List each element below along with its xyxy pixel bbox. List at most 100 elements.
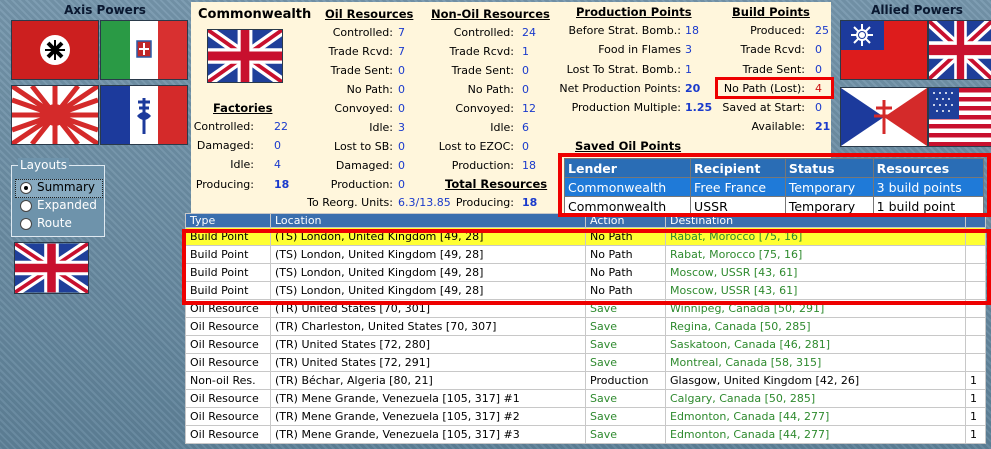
table-row[interactable]: Oil Resource (TR) Mene Grande, Venezuela …	[185, 389, 986, 408]
nonoil-row-value: 12	[522, 102, 536, 115]
resources-table: Type Location Action Destination Build Poin…	[185, 213, 986, 444]
uk-flag-right[interactable]	[928, 20, 991, 80]
table-row[interactable]: Non-oil Res. (TR) Béchar, Algeria [80, 21…	[185, 371, 986, 390]
lender-cell: Free France	[690, 177, 786, 197]
location-cell: (TS) London, United Kingdom [49, 28]	[270, 227, 586, 246]
location-cell: (TS) London, United Kingdom [49, 28]	[270, 263, 586, 282]
nonoil-row-value: 24	[522, 26, 536, 39]
summary-label[interactable]: Summary	[37, 180, 95, 194]
destination-cell: Moscow, USSR [43, 61]	[665, 263, 966, 282]
type-cell: Oil Resource	[185, 407, 271, 426]
factories-producing-value: 18	[274, 178, 290, 191]
commonwealth-flag	[207, 29, 283, 83]
extra-cell	[965, 335, 986, 354]
lender-col-header[interactable]: Status	[784, 158, 874, 178]
location-cell: (TR) United States [72, 280]	[270, 335, 586, 354]
factories-damaged-value: 0	[274, 139, 281, 152]
oil-row-label: Convoyed:	[334, 102, 393, 115]
axis-powers-title: Axis Powers	[64, 3, 146, 17]
action-cell: Production	[585, 371, 666, 390]
germany-flag[interactable]	[11, 20, 99, 80]
oil-row-value: 7	[398, 45, 405, 58]
build-row-label: Available:	[751, 120, 806, 133]
table-row[interactable]: Oil Resource (TR) Mene Grande, Venezuela …	[185, 425, 986, 444]
build-row-value: 4	[815, 82, 822, 95]
lender-row[interactable]: Commonwealth Free France Temporary 3 build …	[563, 177, 985, 197]
route-radio[interactable]	[20, 218, 32, 230]
action-cell: Save	[585, 317, 666, 336]
build-points-header: Build Points	[732, 5, 810, 19]
location-cell: (TR) United States [72, 291]	[270, 353, 586, 372]
nonoil-row-label: Production:	[451, 159, 514, 172]
expanded-radio[interactable]	[20, 200, 32, 212]
action-cell: Save	[585, 389, 666, 408]
production-row-label: Production Multiple:	[571, 101, 681, 114]
table-row[interactable]: Oil Resource (TR) Charleston, United Stat…	[185, 317, 986, 336]
table-col-header[interactable]: Destination	[665, 213, 966, 228]
destination-cell: Calgary, Canada [50, 285]	[665, 389, 966, 408]
type-cell: Oil Resource	[185, 317, 271, 336]
nonoil-row-label: Convoyed:	[455, 102, 514, 115]
table-row[interactable]: Build Point (TS) London, United Kingdom […	[185, 245, 986, 264]
table-row[interactable]: Build Point (TS) London, United Kingdom […	[185, 227, 986, 246]
production-row-label: Net Production Points:	[559, 82, 681, 95]
saved-oil-points-table: Lender Recipient Status Resources Commonwea…	[563, 158, 985, 216]
location-cell: (TR) Béchar, Algeria [80, 21]	[270, 371, 586, 390]
table-row[interactable]: Build Point (TS) London, United Kingdom […	[185, 281, 986, 300]
factories-damaged-label: Damaged:	[196, 139, 254, 152]
china-flag[interactable]	[840, 20, 928, 80]
summary-radio[interactable]	[20, 182, 32, 194]
type-cell: Build Point	[185, 281, 271, 300]
italy-flag[interactable]	[100, 20, 188, 80]
lender-col-header[interactable]: Recipient	[690, 158, 786, 178]
oil-row-value: 0	[398, 64, 405, 77]
destination-cell: Montreal, Canada [58, 315]	[665, 353, 966, 372]
type-cell: Oil Resource	[185, 389, 271, 408]
reorg-units-value: 6.3/13.85	[398, 196, 451, 209]
action-cell: No Path	[585, 281, 666, 300]
factories-idle-value: 4	[274, 158, 281, 171]
extra-cell: 1	[965, 407, 986, 426]
build-row-value: 0	[815, 43, 822, 56]
table-col-header[interactable]: Action	[585, 213, 666, 228]
oil-row-value: 0	[398, 178, 405, 191]
route-label[interactable]: Route	[37, 216, 72, 230]
table-col-header[interactable]: Location	[270, 213, 586, 228]
table-col-header[interactable]	[965, 213, 986, 228]
expanded-label[interactable]: Expanded	[37, 198, 97, 212]
lender-col-header[interactable]: Lender	[563, 158, 692, 178]
japan-flag[interactable]	[11, 85, 99, 145]
oil-row-value: 0	[398, 83, 405, 96]
factories-controlled-value: 22	[274, 120, 288, 133]
oil-row-label: Trade Sent:	[330, 64, 393, 77]
type-cell: Non-oil Res.	[185, 371, 271, 390]
usa-flag[interactable]	[928, 87, 991, 147]
table-row[interactable]: Oil Resource (TR) Mene Grande, Venezuela …	[185, 407, 986, 426]
nonoil-row-label: Trade Sent:	[451, 64, 514, 77]
vichy-france-flag[interactable]	[100, 85, 188, 145]
factories-controlled-label: Controlled:	[193, 120, 254, 133]
extra-cell: 1	[965, 425, 986, 444]
nonoil-row-value: 0	[522, 83, 529, 96]
factories-idle-label: Idle:	[230, 158, 254, 171]
oil-row-label: Damaged:	[335, 159, 393, 172]
factories-header: Factories	[213, 101, 273, 115]
total-producing-label: Producing:	[455, 196, 514, 209]
free-france-flag[interactable]	[840, 87, 928, 147]
nonoil-row-label: Controlled:	[453, 26, 514, 39]
table-row[interactable]: Oil Resource (TR) United States [70, 301]…	[185, 299, 986, 318]
action-cell: No Path	[585, 263, 666, 282]
oil-row-value: 7	[398, 26, 405, 39]
non-oil-resources-header: Non-Oil Resources	[431, 7, 550, 21]
action-cell: Save	[585, 425, 666, 444]
lender-col-header[interactable]: Resources	[872, 158, 985, 178]
production-row-value: 1	[685, 63, 692, 76]
country-name: Commonwealth	[198, 7, 312, 22]
table-row[interactable]: Oil Resource (TR) United States [72, 280]…	[185, 335, 986, 354]
lender-cell: 3 build points	[872, 177, 985, 197]
table-row[interactable]: Oil Resource (TR) United States [72, 291]…	[185, 353, 986, 372]
build-row-label: Saved at Start:	[722, 101, 805, 114]
nonoil-row-value: 18	[522, 159, 536, 172]
table-col-header[interactable]: Type	[185, 213, 271, 228]
table-row[interactable]: Build Point (TS) London, United Kingdom […	[185, 263, 986, 282]
